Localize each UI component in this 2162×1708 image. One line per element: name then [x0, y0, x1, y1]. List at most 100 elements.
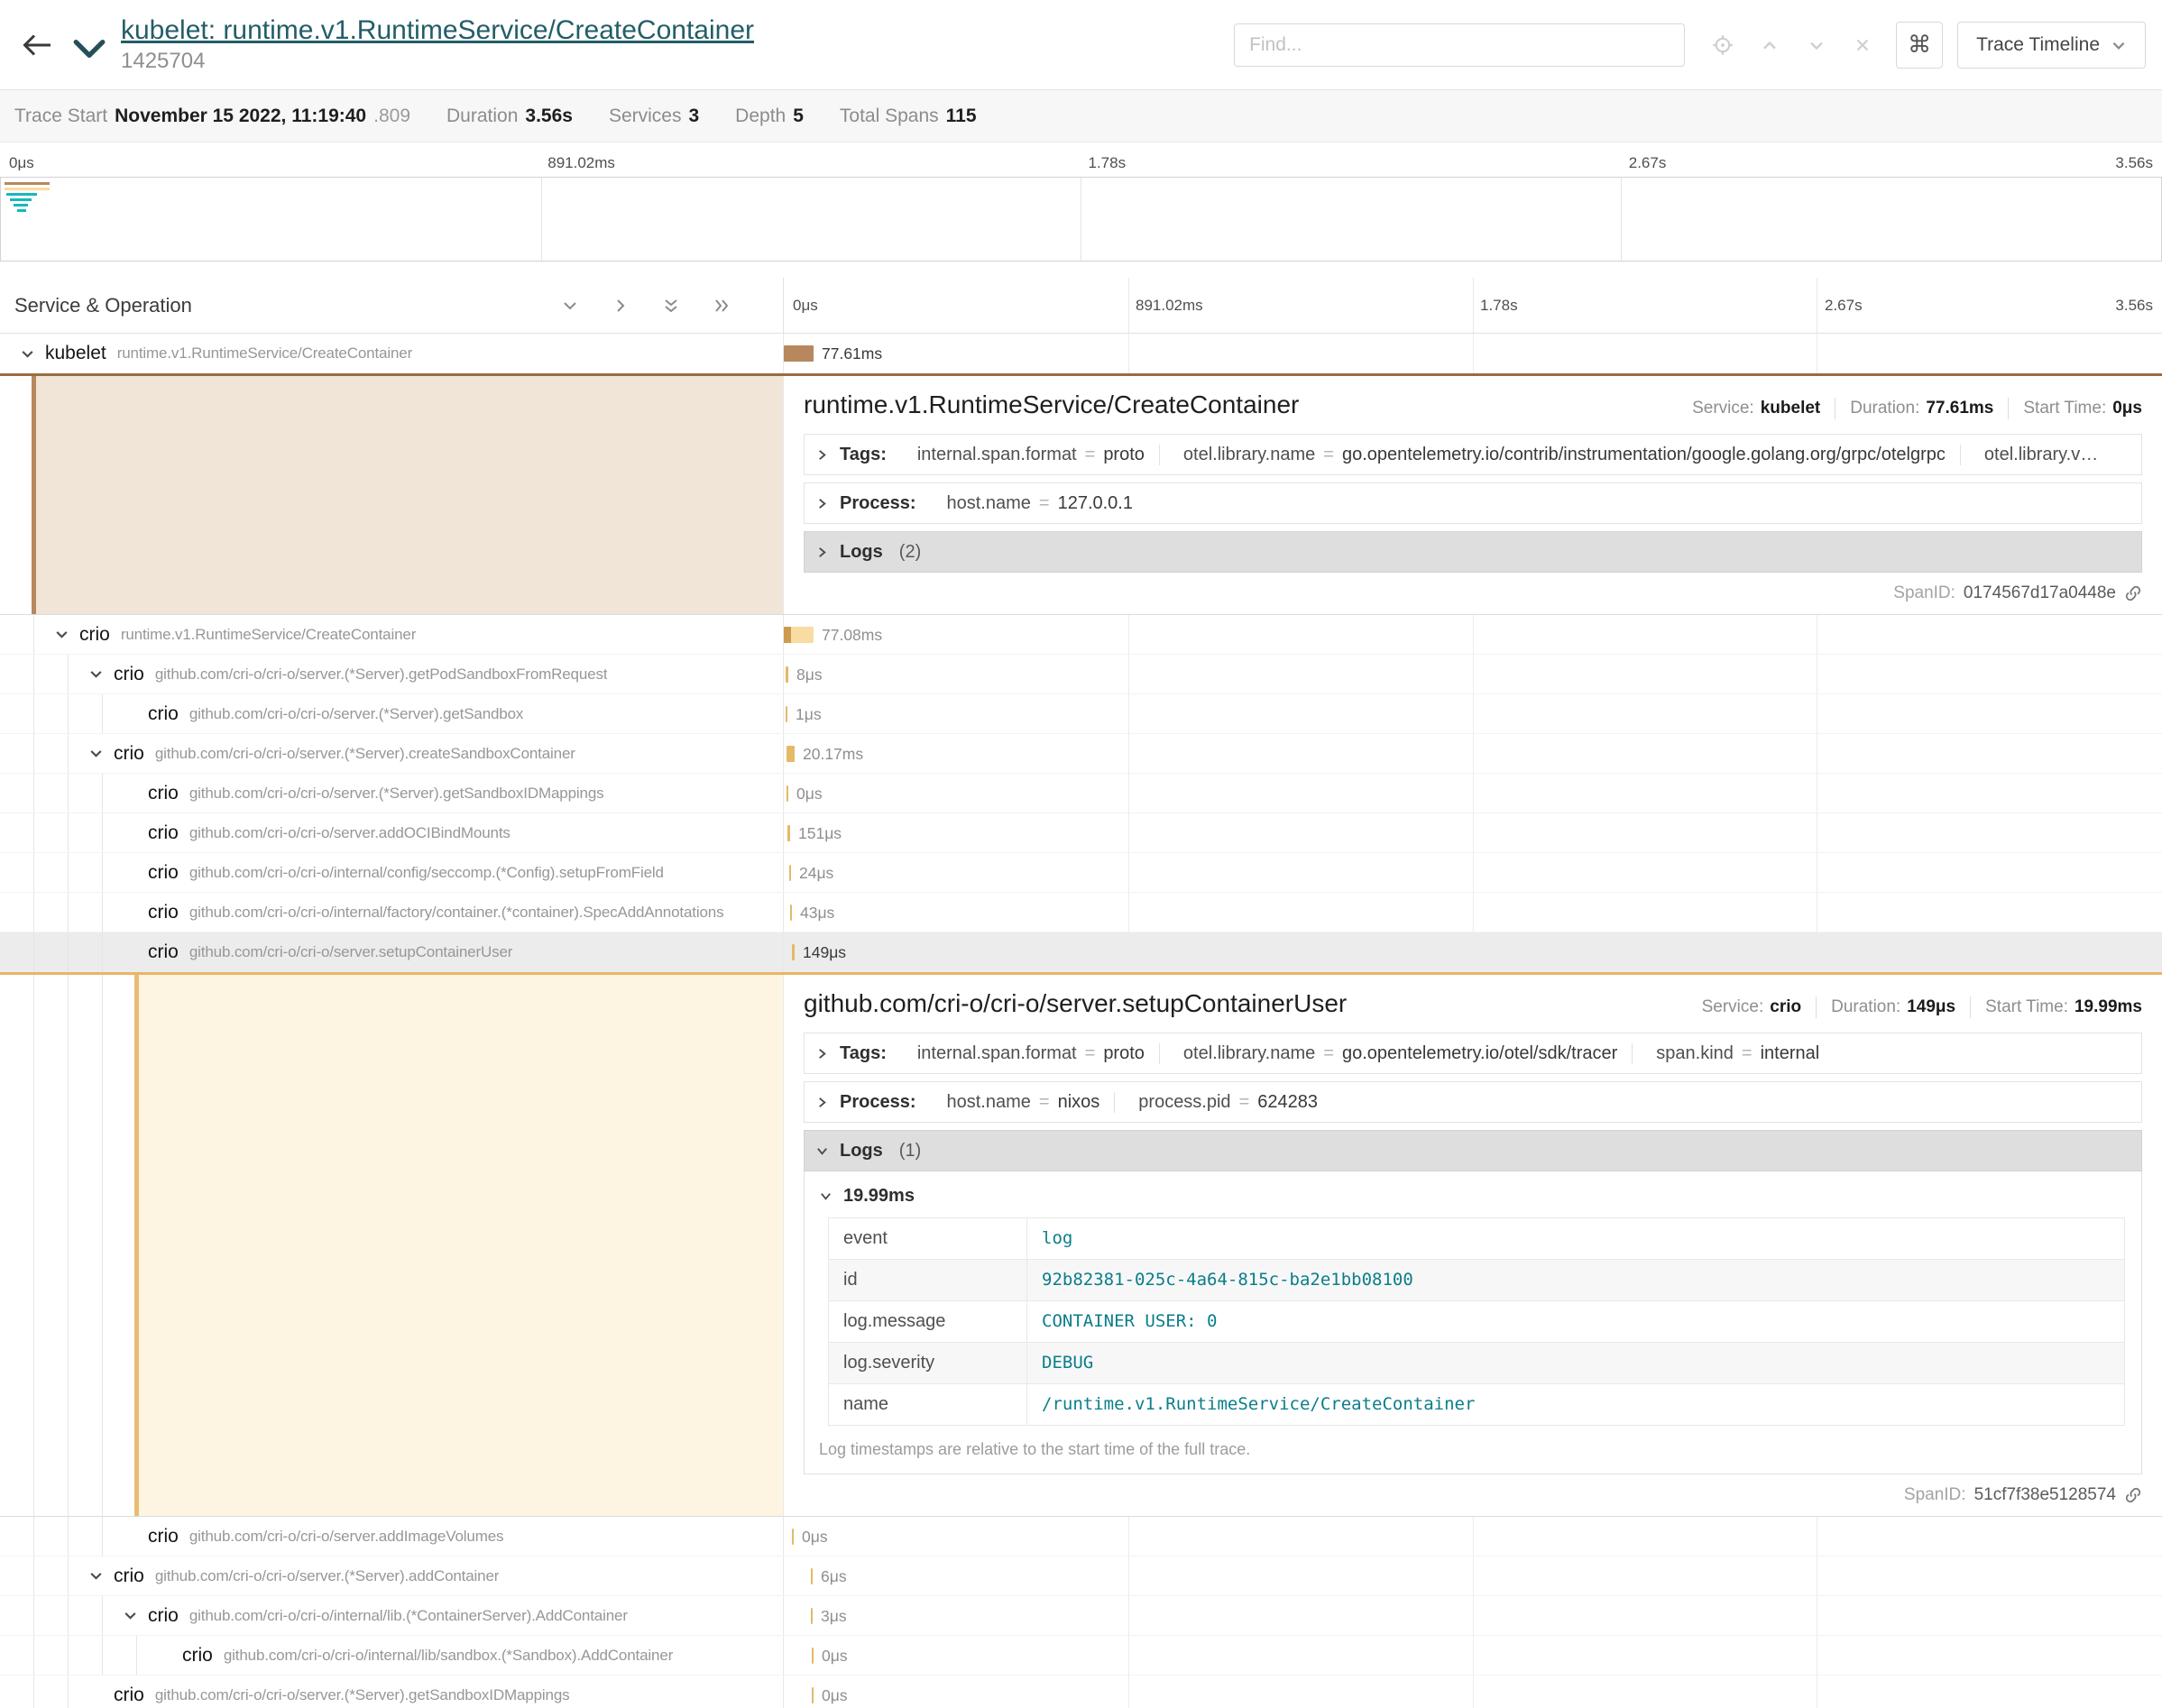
span-timeline-cell[interactable]: 0μs: [784, 774, 2162, 813]
span-timeline-cell[interactable]: 149μs: [784, 932, 2162, 972]
expand-chevron-icon[interactable]: [51, 615, 72, 654]
span-timeline-cell[interactable]: 6μs: [784, 1556, 2162, 1595]
trace-id: 1425704: [121, 49, 754, 74]
span-bar[interactable]: [784, 627, 814, 643]
service-name: crio: [148, 902, 179, 923]
span-row[interactable]: criogithub.com/cri-o/cri-o/server.(*Serv…: [0, 655, 2162, 694]
process-accordion[interactable]: Process: host.name=127.0.0.1: [804, 482, 2142, 524]
span-bar[interactable]: [792, 1529, 794, 1545]
span-timeline-cell[interactable]: 77.61ms: [784, 334, 2162, 373]
span-row[interactable]: criogithub.com/cri-o/cri-o/server.(*Serv…: [0, 1556, 2162, 1596]
expand-chevron-icon[interactable]: [119, 1596, 141, 1635]
timeline-grid-header: Service & Operation 0μs 891.02ms 1.78s 2…: [0, 278, 2162, 334]
span-timeline-cell[interactable]: 1μs: [784, 694, 2162, 733]
span-bar[interactable]: [786, 666, 788, 683]
expand-chevron-icon[interactable]: [85, 1556, 106, 1595]
span-row[interactable]: criogithub.com/cri-o/cri-o/server.(*Serv…: [0, 694, 2162, 734]
span-name-cell[interactable]: criogithub.com/cri-o/cri-o/internal/lib/…: [0, 1636, 784, 1675]
link-icon[interactable]: [2124, 1486, 2142, 1504]
span-row[interactable]: criogithub.com/cri-o/cri-o/server.setupC…: [0, 932, 2162, 972]
span-row[interactable]: crioruntime.v1.RuntimeService/CreateCont…: [0, 615, 2162, 655]
operation-name: github.com/cri-o/cri-o/internal/factory/…: [189, 904, 724, 922]
span-name-cell[interactable]: criogithub.com/cri-o/cri-o/server.(*Serv…: [0, 694, 784, 733]
span-row[interactable]: criogithub.com/cri-o/cri-o/server.(*Serv…: [0, 774, 2162, 813]
clear-search-icon[interactable]: [1853, 35, 1872, 55]
locate-span-icon[interactable]: [1712, 34, 1734, 56]
span-row[interactable]: criogithub.com/cri-o/cri-o/server.(*Serv…: [0, 734, 2162, 774]
span-name-cell[interactable]: criogithub.com/cri-o/cri-o/server.addIma…: [0, 1517, 784, 1556]
prev-result-chevron-icon[interactable]: [1759, 34, 1780, 56]
span-bar[interactable]: [811, 1568, 813, 1584]
operation-name: runtime.v1.RuntimeService/CreateContaine…: [117, 344, 412, 363]
span-timeline-cell[interactable]: 24μs: [784, 853, 2162, 892]
span-name-cell[interactable]: criogithub.com/cri-o/cri-o/internal/conf…: [0, 853, 784, 892]
trace-summary-bar: Trace StartNovember 15 2022, 11:19:40.80…: [0, 90, 2162, 142]
span-row[interactable]: criogithub.com/cri-o/cri-o/internal/lib/…: [0, 1636, 2162, 1676]
span-timeline-cell[interactable]: 77.08ms: [784, 615, 2162, 654]
span-bar[interactable]: [790, 905, 792, 921]
logs-accordion[interactable]: Logs (1): [804, 1130, 2142, 1171]
span-bar[interactable]: [787, 746, 795, 762]
find-input[interactable]: [1234, 23, 1685, 67]
span-row[interactable]: criogithub.com/cri-o/cri-o/server.addOCI…: [0, 813, 2162, 853]
span-timeline-cell[interactable]: 0μs: [784, 1517, 2162, 1556]
detail-span-guide: [32, 376, 783, 614]
trace-title-link[interactable]: kubelet: runtime.v1.RuntimeService/Creat…: [121, 15, 754, 45]
span-row[interactable]: criogithub.com/cri-o/cri-o/internal/conf…: [0, 853, 2162, 893]
trace-view-selector[interactable]: Trace Timeline: [1957, 22, 2146, 69]
span-timeline-cell[interactable]: 8μs: [784, 655, 2162, 693]
span-timeline-cell[interactable]: 3μs: [784, 1596, 2162, 1635]
expand-chevron-icon[interactable]: [85, 734, 106, 773]
back-button[interactable]: [16, 32, 58, 59]
tags-accordion[interactable]: Tags: internal.span.format=protootel.lib…: [804, 1033, 2142, 1074]
link-icon[interactable]: [2124, 584, 2142, 602]
span-row[interactable]: criogithub.com/cri-o/cri-o/server.addIma…: [0, 1517, 2162, 1556]
span-timeline-cell[interactable]: 151μs: [784, 813, 2162, 852]
span-name-cell[interactable]: crio github.com/cri-o/cri-o/internal/fact…: [0, 893, 784, 932]
span-duration: 0μs: [802, 1517, 828, 1556]
span-timeline-cell[interactable]: 0μs: [784, 1636, 2162, 1675]
span-name-cell[interactable]: criogithub.com/cri-o/cri-o/server.(*Serv…: [0, 1676, 784, 1708]
span-bar[interactable]: [789, 865, 791, 881]
collapse-all-icon[interactable]: [713, 297, 731, 315]
span-row[interactable]: criogithub.com/cri-o/cri-o/server.(*Serv…: [0, 1676, 2162, 1708]
chevron-right-icon: [815, 1096, 829, 1109]
span-bar[interactable]: [786, 706, 787, 722]
keyboard-shortcuts-button[interactable]: ⌘: [1896, 22, 1943, 69]
log-entry-toggle[interactable]: 19.99ms: [817, 1175, 2129, 1217]
expand-chevron-icon[interactable]: [16, 334, 38, 373]
expand-chevron-icon[interactable]: [85, 655, 106, 693]
span-row[interactable]: crio github.com/cri-o/cri-o/internal/fact…: [0, 893, 2162, 932]
span-id-row: SpanID: 51cf7f38e5128574: [804, 1485, 2142, 1505]
span-bar[interactable]: [787, 825, 790, 841]
collapse-one-level-icon[interactable]: [612, 297, 630, 315]
span-bar[interactable]: [811, 1608, 813, 1624]
process-accordion[interactable]: Process: host.name=nixosprocess.pid=6242…: [804, 1081, 2142, 1123]
span-bar[interactable]: [812, 1687, 814, 1703]
span-timeline-cell[interactable]: 43μs: [784, 893, 2162, 932]
span-name-cell[interactable]: crioruntime.v1.RuntimeService/CreateCont…: [0, 615, 784, 654]
tags-accordion[interactable]: Tags: internal.span.format=protootel.lib…: [804, 434, 2142, 475]
next-result-chevron-icon[interactable]: [1806, 34, 1827, 56]
span-row[interactable]: criogithub.com/cri-o/cri-o/internal/lib.…: [0, 1596, 2162, 1636]
span-timeline-cell[interactable]: 0μs: [784, 1676, 2162, 1708]
span-name-cell[interactable]: criogithub.com/cri-o/cri-o/server.(*Serv…: [0, 655, 784, 693]
span-name-cell[interactable]: kubeletruntime.v1.RuntimeService/CreateC…: [0, 334, 784, 373]
span-name-cell[interactable]: criogithub.com/cri-o/cri-o/server.(*Serv…: [0, 774, 784, 813]
span-bar[interactable]: [787, 785, 788, 802]
span-name-cell[interactable]: criogithub.com/cri-o/cri-o/server.(*Serv…: [0, 1556, 784, 1595]
span-name-cell[interactable]: criogithub.com/cri-o/cri-o/server.setupC…: [0, 932, 784, 972]
span-row[interactable]: kubeletruntime.v1.RuntimeService/CreateC…: [0, 334, 2162, 373]
span-name-cell[interactable]: criogithub.com/cri-o/cri-o/internal/lib.…: [0, 1596, 784, 1635]
span-bar[interactable]: [812, 1648, 814, 1664]
span-bar[interactable]: [784, 345, 814, 362]
span-timeline-cell[interactable]: 20.17ms: [784, 734, 2162, 773]
minimap-canvas[interactable]: [0, 177, 2162, 262]
span-name-cell[interactable]: criogithub.com/cri-o/cri-o/server.addOCI…: [0, 813, 784, 852]
logs-accordion[interactable]: Logs (2): [804, 531, 2142, 573]
expand-all-icon[interactable]: [662, 297, 680, 315]
span-name-cell[interactable]: criogithub.com/cri-o/cri-o/server.(*Serv…: [0, 734, 784, 773]
span-bar[interactable]: [792, 944, 795, 960]
collapse-trace-chevron-icon[interactable]: [72, 37, 106, 60]
expand-one-level-icon[interactable]: [561, 297, 579, 315]
